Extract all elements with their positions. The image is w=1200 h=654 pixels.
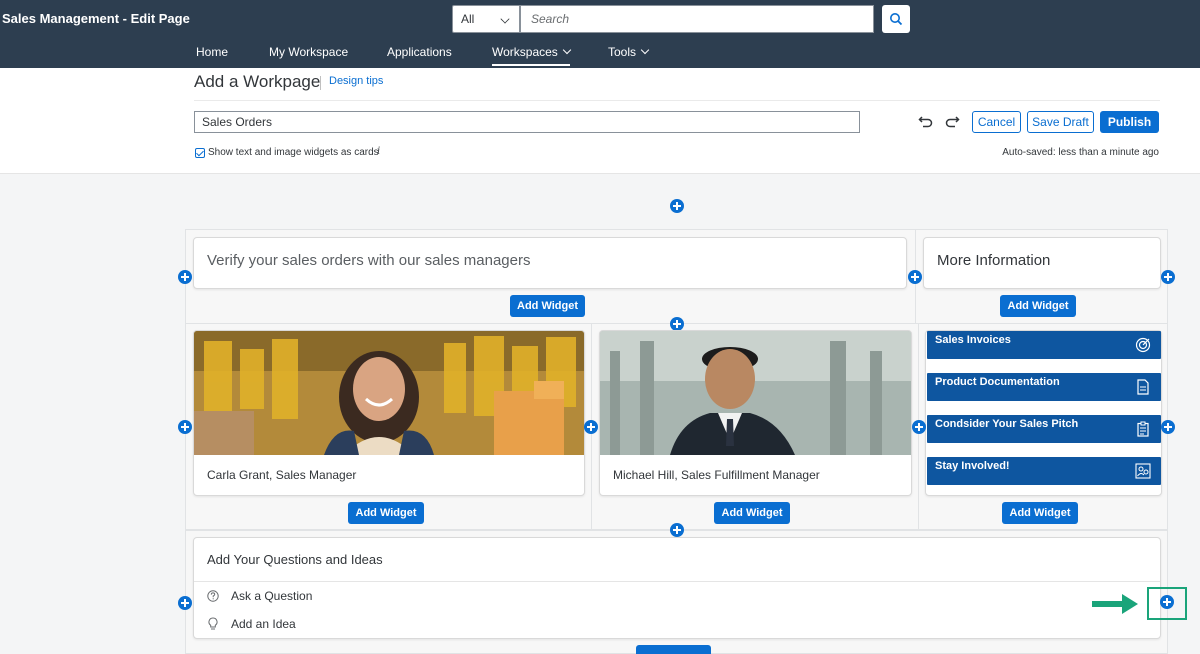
nav-workspaces-label: Workspaces (492, 45, 558, 59)
add-column-button[interactable] (178, 420, 192, 434)
design-tips-link[interactable]: Design tips (329, 75, 383, 87)
page-title-input[interactable]: Sales Orders (194, 111, 860, 133)
info-icon[interactable]: i (377, 146, 380, 157)
divider (194, 581, 1160, 582)
search-input[interactable]: Search (520, 5, 874, 33)
editor-header: Add a Workpage Design tips Sales Orders … (0, 68, 1200, 174)
add-widget-button[interactable]: Add Widget (1000, 295, 1076, 317)
search-scope-value: All (461, 12, 475, 26)
add-column-button[interactable] (912, 420, 926, 434)
show-cards-label: Show text and image widgets as cards (208, 147, 379, 158)
add-column-button[interactable] (1161, 420, 1175, 434)
add-idea-link[interactable]: Add an Idea (231, 617, 296, 631)
target-icon (1135, 337, 1151, 353)
page-title: Add a Workpage (194, 72, 321, 91)
lightbulb-icon (208, 617, 218, 630)
image-widget-card[interactable]: Michael Hill, Sales Fulfillment Manager (599, 330, 912, 496)
chevron-down-icon (500, 14, 510, 24)
chevron-down-icon (562, 45, 572, 55)
link-tile-label: Stay Involved! (935, 460, 1010, 472)
link-tile-product-documentation[interactable]: Product Documentation (927, 373, 1161, 401)
add-widget-button[interactable]: Add Widget (510, 295, 585, 317)
link-tile-sales-pitch[interactable]: Condsider Your Sales Pitch (927, 415, 1161, 443)
add-widget-button[interactable]: Add Widget (1002, 502, 1078, 524)
search-icon (890, 13, 903, 26)
add-section-button[interactable] (670, 317, 684, 331)
nav-my-workspace[interactable]: My Workspace (269, 45, 348, 61)
nav-applications[interactable]: Applications (387, 45, 452, 61)
save-draft-button[interactable]: Save Draft (1027, 111, 1094, 133)
cancel-button[interactable]: Cancel (972, 111, 1021, 133)
nav-tools-label: Tools (608, 45, 637, 59)
chevron-down-icon (640, 45, 650, 55)
people-icon (1135, 463, 1151, 479)
text-widget-card[interactable]: Verify your sales orders with our sales … (193, 237, 907, 289)
person-photo (600, 331, 911, 455)
search-button[interactable] (882, 5, 910, 33)
link-tile-label: Sales Invoices (935, 334, 1011, 346)
add-column-button[interactable] (908, 270, 922, 284)
add-column-button[interactable] (584, 420, 598, 434)
add-widget-button[interactable]: Add Widget (714, 502, 790, 524)
question-mark-icon (207, 590, 219, 602)
questions-card: Add Your Questions and Ideas Ask a Quest… (193, 537, 1161, 639)
add-section-button[interactable] (670, 523, 684, 537)
publish-button[interactable]: Publish (1100, 111, 1159, 133)
redo-icon[interactable] (944, 114, 960, 128)
nav-tools[interactable]: Tools (608, 45, 650, 61)
autosave-status: Auto-saved: less than a minute ago (1002, 147, 1159, 158)
nav-workspaces[interactable]: Workspaces (492, 45, 572, 66)
app-title: Sales Management - Edit Page (2, 11, 190, 26)
document-icon (1137, 379, 1149, 395)
ask-question-link[interactable]: Ask a Question (231, 589, 312, 603)
arrow-right-icon (1092, 594, 1138, 614)
person-photo (194, 331, 584, 455)
add-column-button[interactable] (178, 596, 192, 610)
divider (194, 100, 1160, 101)
link-tile-label: Product Documentation (935, 376, 1060, 388)
shell-bar: Sales Management - Edit Page All Search … (0, 0, 1200, 68)
questions-title: Add Your Questions and Ideas (207, 552, 383, 567)
add-widget-button[interactable]: Add Widget (348, 502, 424, 524)
link-tile-stay-involved[interactable]: Stay Involved! (927, 457, 1161, 485)
highlight-box (1147, 587, 1187, 620)
more-info-card[interactable]: More Information (923, 237, 1161, 289)
image-widget-card[interactable]: Carla Grant, Sales Manager (193, 330, 585, 496)
add-column-button[interactable] (178, 270, 192, 284)
link-tile-label: Condsider Your Sales Pitch (935, 418, 1079, 430)
add-widget-button[interactable] (636, 645, 711, 654)
more-info-title: More Information (937, 252, 1051, 269)
undo-icon[interactable] (918, 114, 934, 128)
clipboard-icon (1137, 421, 1149, 437)
add-column-button[interactable] (1161, 270, 1175, 284)
add-section-button[interactable] (670, 199, 684, 213)
person-caption: Michael Hill, Sales Fulfillment Manager (613, 468, 820, 482)
search-scope-select[interactable]: All (452, 5, 520, 33)
divider (320, 76, 321, 90)
link-tile-sales-invoices[interactable]: Sales Invoices (927, 331, 1161, 359)
person-caption: Carla Grant, Sales Manager (207, 468, 357, 482)
verify-text: Verify your sales orders with our sales … (207, 252, 531, 269)
nav-home[interactable]: Home (196, 45, 228, 61)
show-cards-checkbox[interactable] (195, 148, 205, 158)
